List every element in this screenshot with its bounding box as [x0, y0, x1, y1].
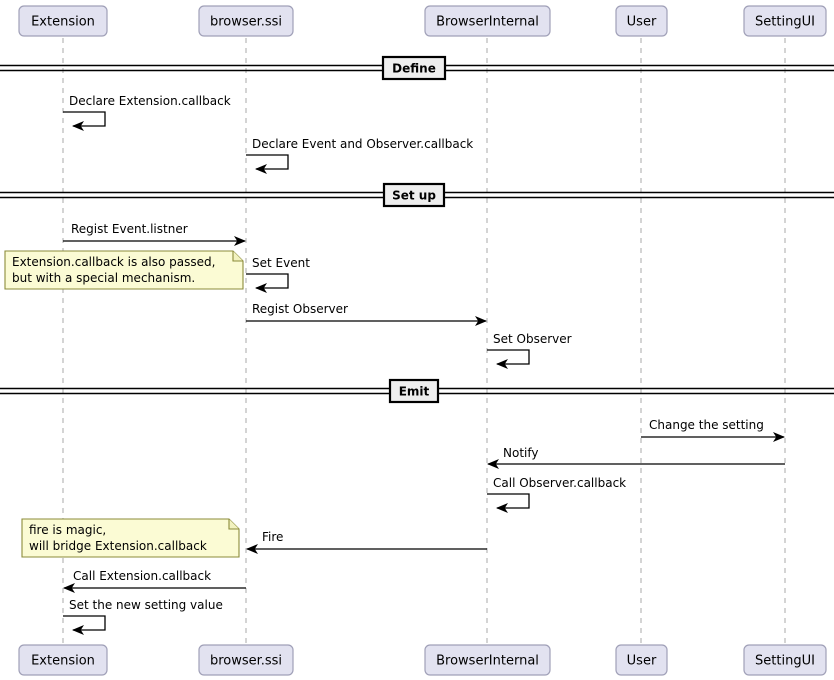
message-regist-observer: Regist Observer: [246, 302, 487, 326]
message-change-the-setting: Change the setting: [641, 418, 785, 442]
message-regist-event-listner: Regist Event.listner: [63, 222, 246, 246]
participant-label: User: [627, 654, 657, 669]
self-call-loop: [63, 615, 106, 635]
participant-browser_ssi-top[interactable]: browser.ssi: [198, 5, 294, 37]
participant-setting_ui-top[interactable]: SettingUI: [743, 5, 827, 37]
message-label: Fire: [262, 530, 283, 544]
message-call-observer-callback: Call Observer.callback: [487, 476, 626, 513]
separator-label: Emit: [399, 385, 430, 399]
message-label: Regist Observer: [252, 302, 348, 316]
message-notify: Notify: [487, 446, 785, 469]
message-label: Call Extension.callback: [73, 569, 211, 583]
participant-label: SettingUI: [755, 15, 815, 30]
self-call-loop: [246, 154, 289, 174]
separator-emit: Emit: [0, 378, 834, 404]
participant-label: BrowserInternal: [436, 15, 539, 30]
note-text-line: will bridge Extension.callback: [29, 539, 207, 553]
self-call-loop: [487, 493, 530, 513]
participant-extension-bottom[interactable]: Extension: [18, 644, 108, 676]
note-fire-is-magic: fire is magic, will bridge Extension.call…: [21, 518, 240, 558]
participant-setting_ui-bottom[interactable]: SettingUI: [743, 644, 827, 676]
message-label: Declare Extension.callback: [69, 94, 231, 108]
message-declare-event-observer-callback: Declare Event and Observer.callback: [246, 137, 473, 174]
separator-setup: Set up: [0, 182, 834, 208]
participant-label: SettingUI: [755, 654, 815, 669]
separator-define: Define: [0, 55, 834, 81]
participant-browser_internal-bottom[interactable]: BrowserInternal: [424, 644, 551, 676]
separator-label: Set up: [392, 189, 436, 203]
separator-label: Define: [392, 62, 436, 76]
notes-layer: Extension.callback is also passed, but wi…: [4, 250, 244, 558]
participant-label: User: [627, 15, 657, 30]
message-set-the-new-setting-value: Set the new setting value: [63, 598, 223, 635]
message-set-observer: Set Observer: [487, 332, 572, 369]
participant-browser_internal-top[interactable]: BrowserInternal: [424, 5, 551, 37]
message-label: Notify: [503, 446, 538, 460]
sequence-diagram-canvas: Define Set up Emit Declare Extension.callb…: [0, 0, 834, 680]
participant-user-bottom[interactable]: User: [615, 644, 668, 676]
participant-label: browser.ssi: [210, 654, 282, 669]
participant-label: Extension: [31, 15, 95, 30]
note-text-line: Extension.callback is also passed,: [12, 255, 215, 269]
self-call-loop: [487, 349, 530, 369]
message-label: Change the setting: [649, 418, 764, 432]
participant-label: browser.ssi: [210, 15, 282, 30]
message-label: Set Observer: [493, 332, 572, 346]
self-call-loop: [63, 111, 106, 131]
message-label: Call Observer.callback: [493, 476, 626, 490]
participant-label: BrowserInternal: [436, 654, 539, 669]
participant-user-top[interactable]: User: [615, 5, 668, 37]
message-declare-extension-callback: Declare Extension.callback: [63, 94, 231, 131]
self-call-loop: [246, 273, 289, 293]
message-label: Set the new setting value: [69, 598, 223, 612]
message-label: Set Event: [252, 256, 310, 270]
participant-browser_ssi-bottom[interactable]: browser.ssi: [198, 644, 294, 676]
participant-extension-top[interactable]: Extension: [18, 5, 108, 37]
message-set-event: Set Event: [246, 256, 310, 293]
sequence-diagram-svg: Define Set up Emit Declare Extension.callb…: [0, 5, 834, 676]
note-extension-callback-passed: Extension.callback is also passed, but wi…: [4, 250, 244, 290]
note-fold-corner: [232, 251, 243, 262]
note-fold-corner: [228, 519, 239, 530]
message-label: Regist Event.listner: [71, 222, 188, 236]
message-fire: Fire: [246, 530, 487, 554]
participant-label: Extension: [31, 654, 95, 669]
note-text-line: fire is magic,: [29, 523, 106, 537]
note-text-line: but with a special mechanism.: [12, 271, 195, 285]
message-label: Declare Event and Observer.callback: [252, 137, 473, 151]
message-call-extension-callback: Call Extension.callback: [63, 569, 246, 593]
